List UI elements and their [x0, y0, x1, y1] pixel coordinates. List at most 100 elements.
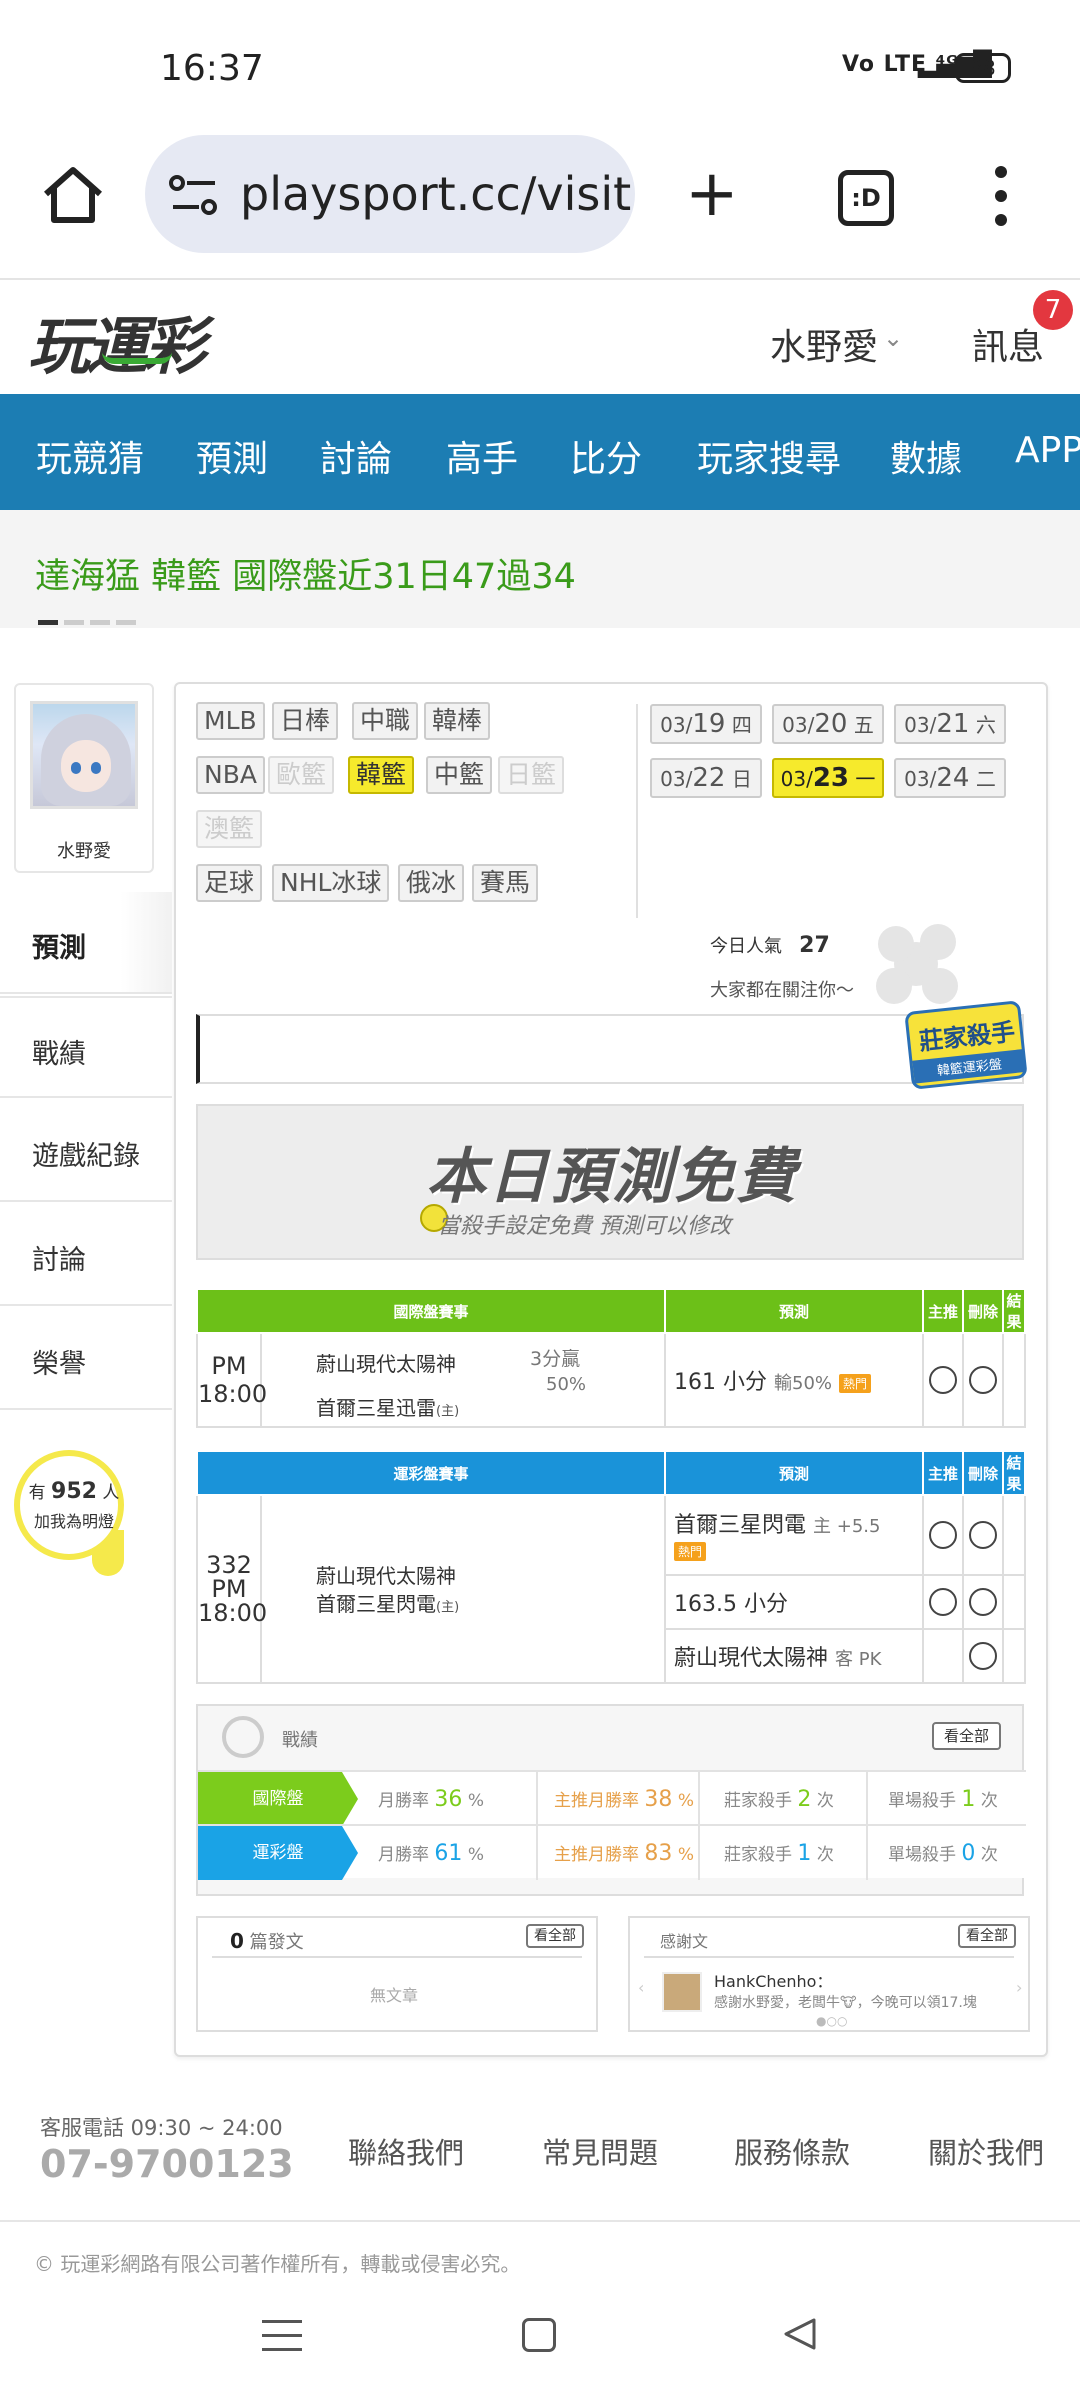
nav-item-data[interactable]: 數據 — [890, 430, 962, 482]
nav-item-app[interactable]: APP — [1015, 430, 1080, 471]
back-icon[interactable] — [780, 2314, 820, 2354]
sport-tag[interactable]: NBA — [196, 756, 265, 794]
sport-tag[interactable]: 韓棒 — [424, 702, 491, 740]
sport-tag: 澳籃 — [196, 810, 263, 848]
see-all-button[interactable]: 看全部 — [526, 1924, 584, 1948]
avatar[interactable] — [30, 701, 138, 809]
delete-radio[interactable] — [969, 1588, 998, 1616]
delete-radio[interactable] — [969, 1521, 998, 1549]
thanks-text: 感謝水野愛，老闆牛🐮，今晚可以領17.塊 — [714, 1995, 977, 2011]
record: 3分贏 — [530, 1348, 581, 1370]
recents-icon[interactable] — [262, 2320, 302, 2362]
nav-item-experts[interactable]: 高手 — [446, 430, 518, 482]
prediction-cell: 蔚山現代太陽神 客 PK — [664, 1628, 925, 1684]
thanks-title: 感謝文 — [660, 1932, 709, 1951]
tab-switcher-button[interactable]: :D — [838, 170, 894, 226]
sidebar-item-predict[interactable]: 預測 — [0, 892, 172, 994]
main-pick-cell — [922, 1332, 965, 1428]
see-all-button[interactable]: 看全部 — [932, 1722, 1002, 1750]
table-header: 國際盤賽事 — [195, 1290, 667, 1334]
table-header: 結果 — [1002, 1452, 1027, 1496]
chevron-down-icon[interactable]: ⌄ — [883, 324, 903, 352]
date-button[interactable]: 03/24 二 — [894, 758, 1006, 798]
stats-row-lottery: 運彩盤 月勝率 61 % 主推月勝率 83 % 莊家殺手 1 次 單場殺手 0 … — [198, 1824, 1026, 1880]
prediction-cell: 163.5 小分 — [664, 1574, 925, 1630]
sidebar-item-game-history[interactable]: 遊戲紀錄 — [0, 1100, 172, 1202]
date-button[interactable]: 03/20 五 — [772, 704, 884, 744]
main-pick-radio[interactable] — [929, 1366, 958, 1394]
sidebar-item-label: 榮譽 — [32, 1349, 86, 1380]
date-button[interactable]: 03/19 四 — [650, 704, 762, 744]
light-bulb-badge[interactable]: 有 952 人 加我為明燈 — [14, 1450, 124, 1560]
sport-tag[interactable]: 中籃 — [426, 756, 493, 794]
result-cell — [1002, 1628, 1027, 1684]
delete-radio[interactable] — [969, 1642, 998, 1670]
footer-link-about[interactable]: 關於我們 — [928, 2130, 1044, 2172]
nav-item-scores[interactable]: 比分 — [570, 430, 642, 482]
sport-tag[interactable]: 賽馬 — [472, 864, 539, 902]
main-pick-cell — [922, 1494, 965, 1576]
empty-posts: 無文章 — [370, 1986, 419, 2005]
site-settings-icon[interactable] — [169, 175, 219, 215]
carousel-prev-icon[interactable]: ‹ — [638, 1978, 644, 1997]
matchup: 蔚山現代太陽神 首爾三星迅雷(主) 3分贏 50% — [259, 1332, 667, 1428]
footer-link-terms[interactable]: 服務條款 — [734, 2130, 850, 2172]
hot-tag: 熱門 — [674, 1542, 707, 1561]
sport-tag[interactable]: NHL冰球 — [272, 864, 390, 902]
footer-link-faq[interactable]: 常見問題 — [542, 2130, 658, 2172]
site-logo[interactable]: 玩運彩 — [28, 296, 206, 386]
thanks-user[interactable]: HankChenho： — [714, 1968, 832, 1992]
sport-tag-selected[interactable]: 韓籃 — [348, 756, 415, 794]
system-nav-bar — [0, 2290, 1080, 2400]
main-pick-radio[interactable] — [929, 1588, 958, 1616]
sidebar-item-honors[interactable]: 榮譽 — [0, 1308, 172, 1410]
nav-item-predict[interactable]: 預測 — [196, 430, 268, 482]
see-all-button[interactable]: 看全部 — [958, 1924, 1016, 1948]
divider — [636, 704, 638, 918]
delete-cell — [962, 1574, 1005, 1630]
support-phone[interactable]: 07-9700123 — [40, 2142, 294, 2186]
main-pick-radio[interactable] — [929, 1521, 958, 1549]
delete-cell — [962, 1494, 1005, 1576]
date-button[interactable]: 03/22 日 — [650, 758, 762, 798]
new-tab-icon[interactable]: + — [685, 162, 739, 226]
sidebar-item-record[interactable]: 戰績 — [0, 996, 172, 1098]
messages-link[interactable]: 訊息 — [972, 318, 1044, 370]
address-bar[interactable]: playsport.cc/visit — [145, 135, 635, 253]
home-icon[interactable] — [38, 160, 108, 230]
sport-tag[interactable]: 中職 — [352, 702, 419, 740]
lottery-prediction-table: 運彩盤賽事 預測 主推 刪除 結果 332 PM 18:00 蔚山現代太陽神 首爾… — [195, 1452, 1027, 1684]
popularity-caption: 大家都在關注你～ — [710, 980, 854, 1001]
ticker-pager — [38, 620, 142, 639]
ticker-text[interactable]: 達海猛 韓籃 國際盤近31日47過34 — [35, 548, 576, 599]
record-summary: 戰績 看全部 國際盤 月勝率 36 % 主推月勝率 38 % 莊家殺手 2 次 … — [196, 1704, 1026, 1896]
sport-tag[interactable]: MLB — [196, 702, 265, 740]
prediction-pick: 161 小分 — [674, 1370, 768, 1395]
user-menu[interactable]: 水野愛 — [770, 318, 878, 370]
home-button-icon[interactable] — [522, 2318, 556, 2352]
nav-item-player-search[interactable]: 玩家搜尋 — [697, 430, 841, 482]
matchup: 蔚山現代太陽神 首爾三星閃電(主) — [259, 1494, 667, 1684]
nav-item-forum[interactable]: 討論 — [320, 430, 392, 482]
logo-swoosh — [102, 352, 172, 364]
delete-radio[interactable] — [969, 1366, 998, 1394]
footer-link-contact[interactable]: 聯絡我們 — [348, 2130, 464, 2172]
bulb-count: 952 — [51, 1479, 97, 1504]
table-header: 預測 — [664, 1452, 925, 1496]
stats-row-intl: 國際盤 月勝率 36 % 主推月勝率 38 % 莊家殺手 2 次 單場殺手 1 … — [198, 1770, 1026, 1826]
sidebar-item-forum[interactable]: 討論 — [0, 1204, 172, 1306]
carousel-dots: ●○○ — [816, 2014, 848, 2028]
profile-card[interactable]: 水野愛 — [14, 683, 154, 873]
stats-row-label: 國際盤 — [198, 1772, 358, 1826]
sport-tag[interactable]: 足球 — [196, 864, 263, 902]
carousel-next-icon[interactable]: › — [1016, 1978, 1022, 1997]
nav-item-guess[interactable]: 玩競猜 — [36, 430, 144, 482]
table-header: 刪除 — [962, 1290, 1005, 1334]
avatar[interactable] — [662, 1972, 702, 2012]
sport-tag[interactable]: 日棒 — [272, 702, 339, 740]
sport-tag[interactable]: 俄冰 — [398, 864, 465, 902]
date-button[interactable]: 03/21 六 — [894, 704, 1006, 744]
more-menu-icon[interactable] — [995, 166, 1009, 230]
target-icon — [222, 1716, 264, 1758]
date-button-selected[interactable]: 03/23 一 — [772, 758, 884, 798]
